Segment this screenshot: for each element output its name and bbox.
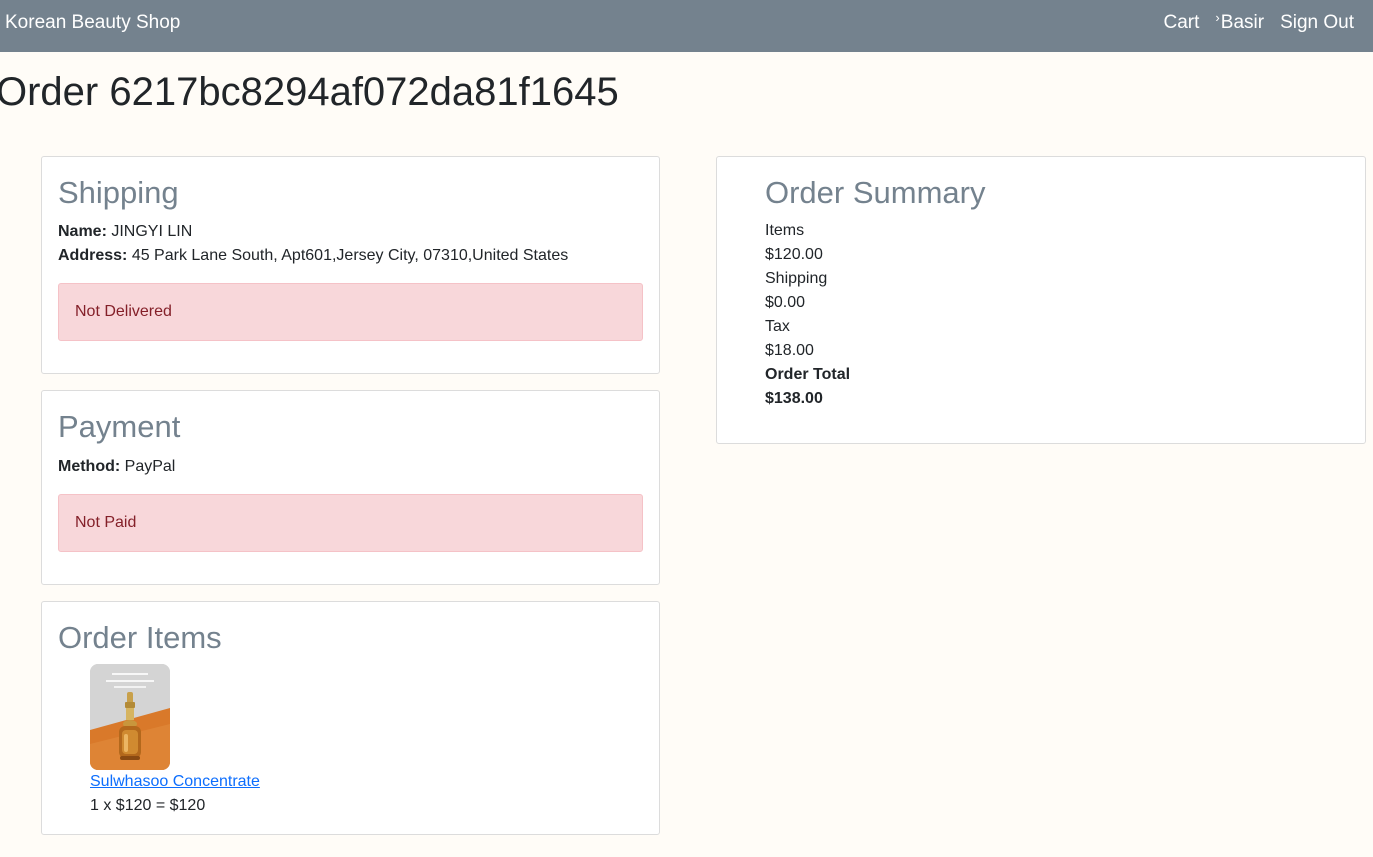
shipping-name-value: JINGYI LIN [111,223,193,240]
top-navbar: Korean Beauty Shop Cart › Basir Sign Out [0,0,1373,52]
order-summary-card: Order Summary Items $120.00 Shipping $0.… [716,156,1366,444]
product-thumbnail[interactable] [90,664,170,770]
page-title: Order 6217bc8294af072da81f1645 [0,70,619,114]
summary-items-value: $120.00 [765,246,823,263]
serum-bottle-image [90,664,170,770]
summary-shipping-value: $0.00 [765,294,806,311]
payment-card: Payment Method: PayPal Not Paid [41,390,660,585]
summary-tax-label: Tax [765,318,790,335]
shipping-name: Name: JINGYI LIN [58,220,192,244]
payment-method-label: Method: [58,458,121,475]
summary-items-label: Items [765,222,805,239]
sign-out-link[interactable]: Sign Out [1280,12,1354,34]
summary-tax-value: $18.00 [765,342,814,359]
chevron-right-icon: › [1215,10,1220,25]
payment-method: Method: PayPal [58,455,175,479]
brand-link[interactable]: Korean Beauty Shop [5,12,180,34]
shipping-address-label: Address: [58,247,128,264]
user-menu-link[interactable]: Basir [1221,12,1264,34]
shipping-heading: Shipping [58,175,179,210]
summary-shipping-label: Shipping [765,270,828,287]
shipping-address-value: 45 Park Lane South, Apt601,Jersey City, … [131,247,569,264]
summary-list: Items $120.00 Shipping $0.00 Tax $18.00 … [765,219,850,411]
order-summary-heading: Order Summary [765,175,986,210]
order-item-calc: 1 x $120 = $120 [90,797,206,814]
summary-total-value: $138.00 [765,390,823,407]
shipping-address: Address: 45 Park Lane South, Apt601,Jers… [58,244,568,268]
delivery-status-alert: Not Delivered [58,283,643,341]
payment-heading: Payment [58,409,181,444]
summary-total-label: Order Total [765,366,851,383]
order-items-heading: Order Items [58,620,222,655]
order-items-card: Order Items Sulwhasoo Concentrate 1 x $1… [41,601,660,835]
order-item-link[interactable]: Sulwhasoo Concentrate [90,770,260,794]
cart-link[interactable]: Cart [1164,12,1200,34]
nav-links: Cart › Basir Sign Out [1164,10,1354,34]
shipping-name-label: Name: [58,223,107,240]
shipping-card: Shipping Name: JINGYI LIN Address: 45 Pa… [41,156,660,374]
payment-method-value: PayPal [124,458,176,475]
payment-status-alert: Not Paid [58,494,643,552]
